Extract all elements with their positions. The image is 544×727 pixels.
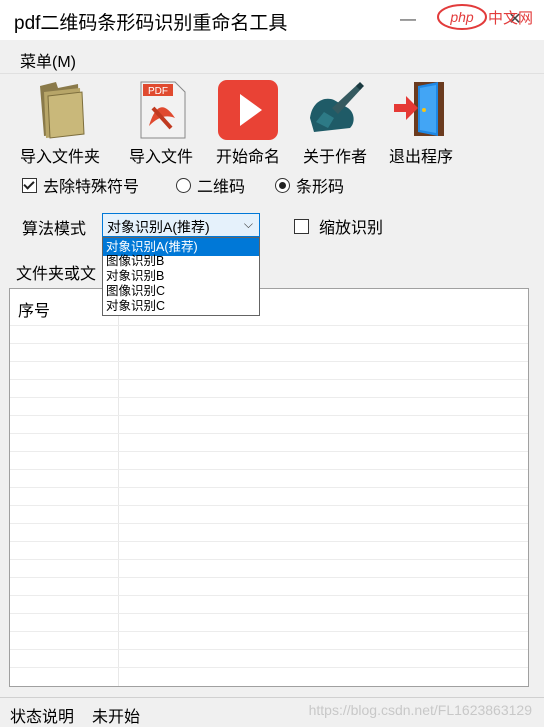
minimize-button[interactable]: — (398, 10, 418, 30)
import-file-button[interactable]: PDF 导入文件 (113, 76, 209, 166)
file-grid[interactable]: 序号 (9, 288, 529, 687)
about-author-button[interactable]: 关于作者 (287, 76, 383, 166)
qr-radio[interactable]: 二维码 (176, 173, 245, 197)
zoom-checkbox[interactable]: 缩放识别 (294, 214, 383, 238)
start-rename-label: 开始命名 (215, 149, 280, 166)
import-folder-button[interactable]: 导入文件夹 (12, 76, 108, 166)
remove-special-checkbox[interactable]: 去除特殊符号 (22, 173, 139, 197)
toolbar: 导入文件夹 PDF 导入文件 开始命名 关于作者 退出程序 (12, 76, 532, 166)
grid-row-line (10, 577, 528, 578)
grid-row-line (10, 343, 528, 344)
grid-row-line (10, 487, 528, 488)
remove-special-label: 去除特殊符号 (43, 179, 140, 196)
barcode-radio[interactable]: 条形码 (275, 173, 344, 197)
start-rename-button[interactable]: 开始命名 (200, 76, 296, 166)
play-icon (218, 80, 278, 140)
status-value: 未开始 (92, 709, 141, 726)
grid-row-line (10, 649, 528, 650)
grid-row-line (10, 397, 528, 398)
qr-radio-label: 二维码 (197, 179, 246, 196)
zoom-label: 缩放识别 (319, 220, 384, 237)
barcode-radio-label: 条形码 (296, 179, 345, 196)
folder-list-label: 文件夹或文 (16, 266, 97, 283)
folder-icon (40, 82, 85, 139)
grid-row-line (10, 469, 528, 470)
algorithm-dropdown-list[interactable]: 对象识别A(推荐) 图像识别B 对象识别B 图像识别C 对象识别C (102, 237, 260, 316)
pdf-file-icon: PDF (140, 81, 186, 139)
grid-row-line (10, 595, 528, 596)
svg-text:PDF: PDF (148, 86, 168, 97)
grid-row-line (10, 523, 528, 524)
exit-program-button[interactable]: 退出程序 (373, 76, 469, 166)
menu-main[interactable]: 菜单(M) (20, 48, 76, 72)
watermark-text: https://blog.csdn.net/FL1623863129 (308, 702, 532, 718)
author-icon (310, 82, 364, 132)
import-file-label: 导入文件 (128, 149, 193, 166)
about-author-label: 关于作者 (302, 149, 367, 166)
import-folder-label: 导入文件夹 (19, 149, 100, 166)
grid-row-line (10, 379, 528, 380)
grid-row-line (10, 433, 528, 434)
grid-row-line (10, 325, 528, 326)
qr-radio-circle[interactable] (176, 177, 191, 193)
php-logo: php 中文网 (437, 4, 533, 30)
grid-row-line (10, 541, 528, 542)
exit-program-label: 退出程序 (388, 149, 453, 166)
grid-header-index: 序号 (18, 303, 51, 320)
grid-row-line (10, 613, 528, 614)
menu-divider (0, 73, 544, 74)
grid-row-line (10, 415, 528, 416)
menu-bar: 菜单(M) (0, 43, 544, 73)
status-label: 状态说明 (10, 709, 75, 726)
grid-row-line (10, 667, 528, 668)
algorithm-label: 算法模式 (22, 221, 87, 238)
algorithm-selected-value: 对象识别A(推荐) (107, 219, 210, 235)
grid-row-line (10, 505, 528, 506)
grid-row-line (10, 451, 528, 452)
grid-row-line (10, 361, 528, 362)
zoom-checkbox-box[interactable] (294, 218, 309, 234)
svg-text:php: php (449, 9, 474, 25)
dropdown-option[interactable]: 对象识别C (103, 297, 259, 315)
algorithm-select[interactable]: 对象识别A(推荐) ⌵ (102, 213, 260, 237)
status-bar: 状态说明 未开始 https://blog.csdn.net/FL1623863… (0, 697, 544, 726)
title-bar: pdf二维码条形码识别重命名工具 — ☐ ✕ php 中文网 (0, 0, 544, 40)
chevron-down-icon[interactable]: ⌵ (244, 217, 253, 232)
window-title: pdf二维码条形码识别重命名工具 (14, 13, 288, 34)
grid-row-line (10, 631, 528, 632)
grid-row-line (10, 559, 528, 560)
barcode-radio-circle[interactable] (275, 177, 290, 193)
svg-text:中文网: 中文网 (488, 9, 533, 27)
exit-door-icon (394, 82, 444, 136)
checkbox-box[interactable] (22, 177, 37, 193)
